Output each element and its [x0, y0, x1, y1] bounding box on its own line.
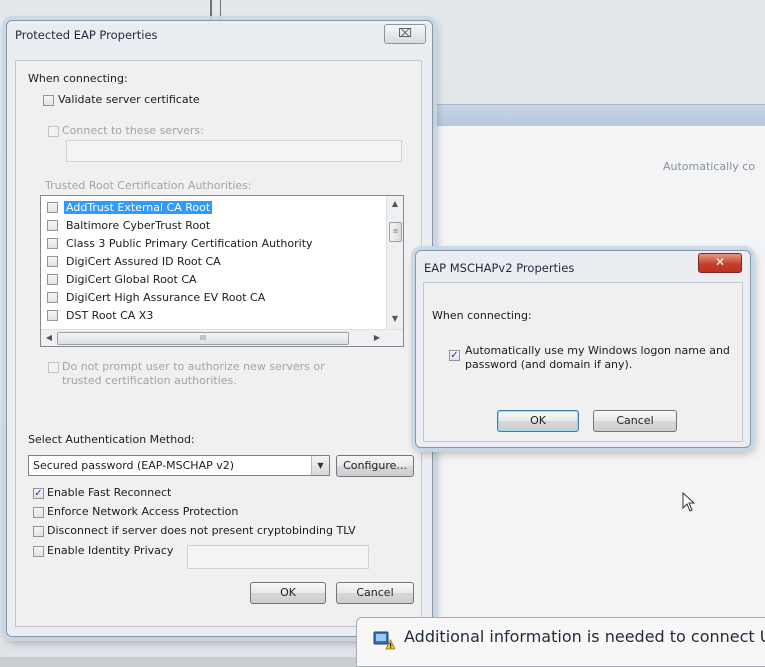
trusted-ca-label: Trusted Root Certification Authorities:	[45, 179, 252, 192]
validate-cert-label: Validate server certificate	[58, 93, 200, 106]
ca-name: AddTrust External CA Root	[64, 201, 213, 214]
cryptobinding-checkbox[interactable]	[33, 526, 44, 537]
ok-button[interactable]: OK	[250, 582, 326, 604]
ok-button[interactable]: OK	[497, 410, 579, 432]
notification-text: Additional information is needed to conn…	[404, 627, 765, 646]
scroll-up-icon[interactable]: ▲	[387, 196, 403, 212]
scroll-down-icon[interactable]: ▼	[387, 311, 403, 327]
chevron-down-icon: ▼	[311, 456, 329, 475]
scroll-left-icon[interactable]: ◀	[41, 330, 57, 346]
auto-logon-checkbox[interactable]: ✓	[449, 350, 460, 361]
ca-checkbox[interactable]	[47, 292, 58, 303]
ca-name: DigiCert Global Root CA	[66, 273, 197, 286]
ca-checkbox[interactable]	[47, 220, 58, 231]
auth-method-label: Select Authentication Method:	[28, 433, 195, 446]
ca-checkbox[interactable]	[47, 274, 58, 285]
mouse-cursor-icon	[682, 492, 696, 512]
cancel-button[interactable]: Cancel	[593, 410, 677, 432]
auto-logon-label-line2: password (and domain if any).	[465, 358, 633, 371]
mschap-when-connecting-label: When connecting:	[432, 309, 532, 322]
auto-logon-label: Automatically use my Windows logon name …	[465, 344, 730, 357]
auth-method-value: Secured password (EAP-MSCHAP v2)	[33, 459, 235, 472]
close-button[interactable]: ⌧	[384, 24, 426, 44]
servers-input[interactable]	[66, 140, 402, 162]
identity-input[interactable]	[187, 545, 369, 569]
ca-name: DST Root CA X3	[66, 309, 154, 322]
ca-checkbox[interactable]	[47, 202, 58, 213]
close-icon: ⌧	[398, 26, 412, 40]
identity-privacy-label: Enable Identity Privacy	[47, 544, 174, 557]
trusted-ca-list[interactable]: AddTrust External CA Root Baltimore Cybe…	[40, 195, 404, 347]
notification-bar[interactable]: Additional information is needed to conn…	[356, 617, 765, 667]
identity-privacy-checkbox[interactable]	[33, 546, 44, 557]
ca-name: Class 3 Public Primary Certification Aut…	[66, 237, 313, 250]
background-status-text: Automatically co	[663, 160, 756, 173]
ca-name: DigiCert High Assurance EV Root CA	[66, 291, 266, 304]
connect-servers-label: Connect to these servers:	[62, 124, 204, 137]
validate-cert-checkbox[interactable]	[43, 95, 54, 106]
close-icon: ✕	[714, 255, 726, 269]
dialog-title: Protected EAP Properties	[15, 28, 158, 42]
dialog-title: EAP MSCHAPv2 Properties	[424, 261, 575, 275]
scroll-thumb[interactable]: III	[57, 332, 349, 345]
ca-checkbox[interactable]	[47, 238, 58, 249]
fast-reconnect-checkbox[interactable]: ✓	[33, 488, 44, 499]
background-titlebar	[420, 104, 765, 127]
configure-button[interactable]: Configure...	[336, 455, 414, 477]
ca-checkbox[interactable]	[47, 310, 58, 321]
enforce-nap-label: Enforce Network Access Protection	[47, 505, 239, 518]
when-connecting-label: When connecting:	[28, 72, 128, 85]
scroll-right-icon[interactable]: ▶	[369, 330, 385, 346]
cryptobinding-label: Disconnect if server does not present cr…	[47, 524, 356, 537]
ca-name: DigiCert Assured ID Root CA	[66, 255, 221, 268]
ca-checkbox[interactable]	[47, 256, 58, 267]
connect-servers-checkbox[interactable]	[48, 126, 59, 137]
cancel-button[interactable]: Cancel	[336, 582, 414, 604]
fast-reconnect-label: Enable Fast Reconnect	[47, 486, 172, 499]
ca-name: Baltimore CyberTrust Root	[66, 219, 211, 232]
do-not-prompt-label: Do not prompt user to authorize new serv…	[62, 360, 325, 387]
do-not-prompt-checkbox[interactable]	[48, 362, 59, 373]
horizontal-scrollbar[interactable]: ◀ III ▶	[41, 329, 403, 346]
close-button[interactable]: ✕	[698, 253, 742, 273]
auth-method-select[interactable]: Secured password (EAP-MSCHAP v2) ▼	[28, 455, 330, 476]
enforce-nap-checkbox[interactable]	[33, 507, 44, 518]
vertical-scrollbar[interactable]: ▲ ≡ ▼	[386, 196, 403, 330]
scroll-thumb[interactable]: ≡	[389, 222, 402, 242]
network-warning-icon	[373, 631, 395, 650]
